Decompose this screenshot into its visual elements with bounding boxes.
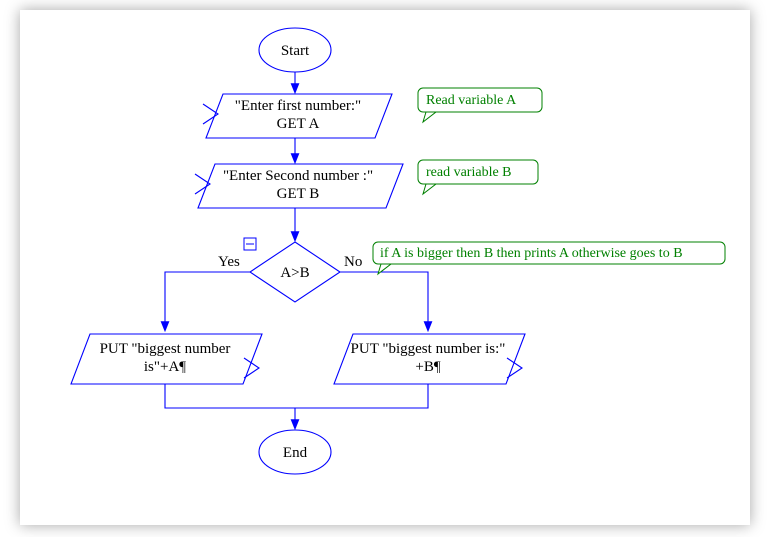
callout-a-text: Read variable A <box>426 93 517 108</box>
callout-b-text: read variable B <box>426 165 512 180</box>
input-b-line1: "Enter Second number :" <box>223 168 373 184</box>
callout-decision: if A is bigger then B then prints A othe… <box>373 242 725 274</box>
input-a-line1: "Enter first number:" <box>235 98 361 114</box>
callout-read-b: read variable B <box>418 160 538 194</box>
input-b-line2: GET B <box>277 186 320 202</box>
start-label: Start <box>281 43 310 59</box>
output-b-line1: PUT "biggest number is:" <box>351 341 506 357</box>
no-label: No <box>344 254 362 270</box>
output-b-line2: +B¶ <box>415 359 440 375</box>
callout-decision-text: if A is bigger then B then prints A othe… <box>380 246 683 261</box>
yes-label: Yes <box>218 254 240 270</box>
output-a-line1: PUT "biggest number <box>100 341 231 357</box>
input-a-line2: GET A <box>277 116 320 132</box>
end-label: End <box>283 445 308 461</box>
flowchart-paper: Start "Enter first number:" GET A "Enter… <box>20 10 750 525</box>
callout-read-a: Read variable A <box>418 88 542 122</box>
output-a-line2: is"+A¶ <box>144 359 186 375</box>
decision-condition: A>B <box>280 265 309 281</box>
flowchart-frame: Start "Enter first number:" GET A "Enter… <box>0 0 771 537</box>
